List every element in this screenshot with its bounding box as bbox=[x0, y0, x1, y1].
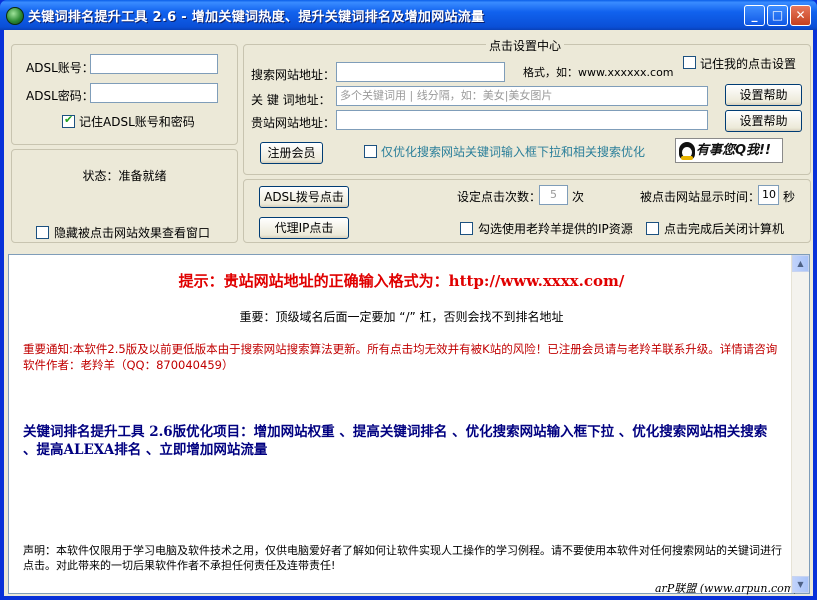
scroll-down-icon[interactable]: ▼ bbox=[792, 576, 809, 593]
search-site-input[interactable] bbox=[336, 62, 505, 82]
keyword-label: 关 键 词地址： bbox=[251, 93, 331, 107]
use-ip-label: 勾选使用老羚羊提供的IP资源 bbox=[478, 222, 633, 236]
status-text: 状态：准备就绪 bbox=[82, 169, 167, 183]
maximize-button[interactable]: □ bbox=[767, 5, 788, 26]
brand-watermark: arP联盟 (www.arpun.com) bbox=[655, 582, 799, 595]
disclaimer: 声明：本软件仅限用于学习电脑及软件技术之用，仅供电脑爱好者了解如何让软件实现人工… bbox=[23, 544, 782, 572]
status-group: 状态：准备就绪 隐藏被点击网站效果查看窗口 bbox=[11, 149, 238, 243]
window-title: 关键词排名提升工具 2.6 - 增加关键词热度、提升关键词排名及增加网站流量 bbox=[28, 10, 485, 25]
info-panel[interactable]: 提示：贵站网站地址的正确输入格式为：http://www.xxxx.com/ 重… bbox=[8, 254, 810, 595]
search-site-label: 搜索网站地址： bbox=[251, 68, 336, 82]
adsl-password-label: ADSL密码： bbox=[26, 89, 94, 103]
click-settings-title: 点击设置中心 bbox=[486, 37, 565, 54]
adsl-dial-button[interactable]: ADSL拨号点击 bbox=[259, 186, 349, 208]
vertical-scrollbar[interactable]: ▲ ▼ bbox=[791, 255, 809, 593]
click-count-unit: 次 bbox=[572, 190, 585, 204]
keyword-input[interactable]: 多个关键词用 | 线分隔，如：美女|美女图片 bbox=[336, 86, 708, 106]
help-button-site[interactable]: 设置帮助 bbox=[725, 110, 802, 132]
display-time-input[interactable]: 10 bbox=[758, 185, 779, 205]
dropdown-only-label: 仅优化搜索网站关键词输入框下拉和相关搜索优化 bbox=[381, 145, 646, 159]
remember-adsl-checkbox[interactable] bbox=[62, 113, 75, 128]
click-count-input[interactable]: 5 bbox=[539, 185, 568, 205]
app-icon bbox=[6, 7, 24, 25]
adsl-account-label: ADSL账号： bbox=[26, 61, 94, 75]
use-ip-checkbox[interactable] bbox=[460, 222, 473, 235]
display-time-unit: 秒 bbox=[783, 190, 796, 204]
qq-contact-button[interactable]: 有事您Q我!! bbox=[675, 138, 783, 163]
client-area: ADSL账号： ADSL密码： 记住ADSL账号和密码 状态：准备就绪 隐藏被点… bbox=[4, 30, 813, 596]
adsl-account-input[interactable] bbox=[90, 54, 218, 74]
register-button[interactable]: 注册会员 bbox=[260, 142, 323, 164]
qq-contact-label: 有事您Q我!! bbox=[696, 143, 771, 158]
update-notice: 重要通知:本软件2.5版及以前更低版本由于搜索网站搜索算法更新。所有点击均无效并… bbox=[23, 342, 778, 372]
remember-click-checkbox[interactable] bbox=[683, 56, 696, 69]
app-window: 关键词排名提升工具 2.6 - 增加关键词热度、提升关键词排名及增加网站流量 _… bbox=[0, 0, 817, 600]
hide-window-checkbox[interactable] bbox=[36, 226, 49, 239]
important-note: 重要：顶级域名后面一定要加 “/” 杠，否则会找不到排名地址 bbox=[239, 310, 564, 324]
adsl-password-input[interactable] bbox=[90, 83, 218, 103]
hide-window-label: 隐藏被点击网站效果查看窗口 bbox=[54, 226, 211, 240]
dropdown-only-checkbox[interactable] bbox=[364, 145, 377, 158]
remember-click-label: 记住我的点击设置 bbox=[700, 57, 797, 71]
qq-penguin-icon bbox=[679, 142, 695, 160]
scroll-up-icon[interactable]: ▲ bbox=[792, 255, 809, 272]
display-time-label: 被点击网站显示时间： bbox=[640, 190, 761, 204]
optimization-items: 关键词排名提升工具 2.6版优化项目：增加网站权重 、提高关键词排名 、优化搜索… bbox=[23, 424, 768, 458]
help-button-keyword[interactable]: 设置帮助 bbox=[725, 84, 802, 106]
minimize-button[interactable]: _ bbox=[744, 5, 765, 26]
proxy-ip-button[interactable]: 代理IP点击 bbox=[259, 217, 349, 239]
title-bar[interactable]: 关键词排名提升工具 2.6 - 增加关键词热度、提升关键词排名及增加网站流量 _… bbox=[0, 0, 817, 30]
shutdown-checkbox[interactable] bbox=[646, 222, 659, 235]
remember-adsl-label: 记住ADSL账号和密码 bbox=[79, 115, 195, 129]
shutdown-label: 点击完成后关闭计算机 bbox=[664, 222, 785, 236]
your-site-label: 贵站网站地址： bbox=[251, 116, 336, 130]
your-site-input[interactable] bbox=[336, 110, 708, 130]
format-tip: 提示：贵站网站地址的正确输入格式为：http://www.xxxx.com/ bbox=[178, 272, 625, 290]
format-hint: 格式，如：www.xxxxxx.com bbox=[523, 66, 674, 79]
actions-group: ADSL拨号点击 代理IP点击 设定点击次数： 5 次 被点击网站显示时间： 1… bbox=[243, 179, 811, 243]
click-count-label: 设定点击次数： bbox=[457, 190, 542, 204]
close-button[interactable]: ✕ bbox=[790, 5, 811, 26]
adsl-group: ADSL账号： ADSL密码： 记住ADSL账号和密码 bbox=[11, 44, 238, 145]
